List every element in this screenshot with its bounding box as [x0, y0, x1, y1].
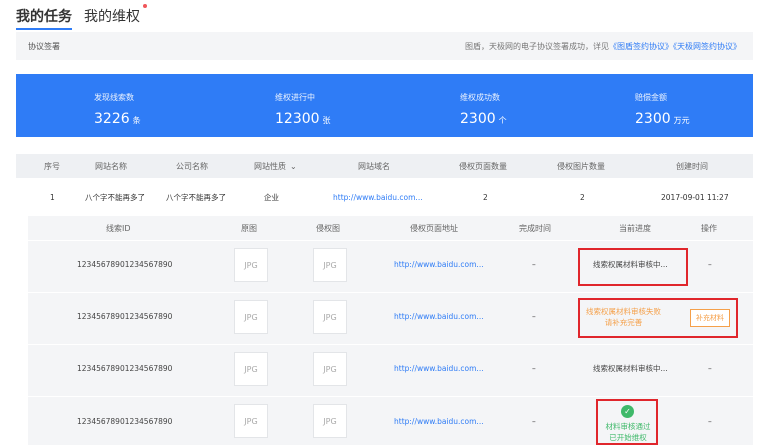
tudun-agreement-link[interactable]: 《图盾签约协议》: [609, 42, 673, 51]
stat-value: 2300: [460, 111, 496, 127]
col-clue-id: 线索ID: [106, 223, 131, 233]
row-pages: 2: [483, 192, 488, 202]
stat-unit: 万元: [673, 116, 690, 125]
tab-my-rights-label: 我的维权: [84, 9, 140, 25]
stat-success: 维权成功数 2300 个: [460, 92, 507, 127]
finish-time: –: [532, 260, 536, 269]
infringing-image-thumb[interactable]: JPG: [313, 248, 347, 282]
col-domain: 网站域名: [358, 161, 390, 171]
row-domain-link[interactable]: http://www.baidu.com...: [333, 178, 423, 216]
page-url-link[interactable]: http://www.baidu.com...: [394, 293, 484, 340]
tianji-agreement-link[interactable]: 《天极网签约协议》: [673, 42, 741, 51]
col-pages: 侵权页面数量: [459, 161, 507, 171]
row-site-name: 八个字不能再多了: [85, 192, 145, 202]
chevron-down-icon: ⌄: [290, 161, 297, 171]
clue-id: 12345678901234567890: [77, 416, 173, 426]
stat-label: 维权成功数: [460, 93, 500, 102]
highlight-box-reviewing: [578, 248, 688, 286]
stat-unit: 张: [322, 116, 331, 125]
col-original: 原图: [241, 223, 257, 233]
stat-compensation: 赔偿金额 2300 万元: [635, 92, 690, 127]
col-created: 创建时间: [676, 161, 708, 171]
notification-dot-icon: [143, 4, 147, 8]
row-created: 2017-09-01 11:27: [661, 192, 729, 202]
tab-my-tasks[interactable]: 我的任务: [16, 6, 72, 30]
row-nature: 企业: [264, 192, 279, 202]
row-index: 1: [50, 192, 55, 202]
stat-label: 赔偿金额: [635, 93, 667, 102]
col-page-url: 侵权页面地址: [410, 223, 458, 233]
page-url-link[interactable]: http://www.baidu.com...: [394, 345, 484, 392]
stat-unit: 个: [498, 116, 507, 125]
stat-value: 12300: [275, 111, 320, 127]
highlight-box-failed: [578, 298, 738, 338]
progress-text: 线索权属材料审核中...: [593, 364, 668, 373]
col-images: 侵权图片数量: [557, 161, 605, 171]
row-company: 八个字不能再多了: [166, 192, 226, 202]
table-row[interactable]: 12345678901234567890 JPG JPG http://www.…: [28, 344, 753, 392]
clue-table-header: 线索ID 原图 侵权图 侵权页面地址 完成时间 当前进度 操作: [28, 216, 753, 240]
agreement-message-text: 图盾，天极网的电子协议签署成功，详见: [465, 42, 609, 51]
clue-id: 12345678901234567890: [77, 364, 173, 373]
col-finish-time: 完成时间: [519, 223, 551, 233]
infringing-image-thumb[interactable]: JPG: [313, 352, 347, 386]
col-infringing: 侵权图: [316, 223, 340, 233]
row-images: 2: [580, 192, 585, 202]
tab-my-rights[interactable]: 我的维权: [84, 4, 147, 26]
stat-in-progress: 维权进行中 12300 张: [275, 92, 331, 127]
stat-label: 维权进行中: [275, 93, 315, 102]
stat-value: 3226: [94, 111, 130, 127]
action-placeholder: –: [708, 416, 712, 426]
agreement-bar: 协议签署 图盾，天极网的电子协议签署成功，详见《图盾签约协议》《天极网签约协议》: [16, 32, 753, 60]
finish-time: –: [532, 364, 536, 373]
stats-banner: 发现线索数 3226 条 维权进行中 12300 张 维权成功数 2300 个 赔偿金…: [16, 74, 753, 137]
original-image-thumb[interactable]: JPG: [234, 404, 268, 438]
clue-id: 12345678901234567890: [77, 260, 173, 269]
agreement-message: 图盾，天极网的电子协议签署成功，详见《图盾签约协议》《天极网签约协议》: [465, 41, 741, 52]
tab-bar: 我的任务 我的维权: [0, 0, 770, 32]
finish-time: –: [532, 312, 536, 321]
original-image-thumb[interactable]: JPG: [234, 352, 268, 386]
stat-value: 2300: [635, 111, 671, 127]
col-site-name: 网站名称: [95, 161, 127, 171]
stat-label: 发现线索数: [94, 93, 134, 102]
original-image-thumb[interactable]: JPG: [234, 300, 268, 334]
stat-unit: 条: [132, 116, 141, 125]
infringing-image-thumb[interactable]: JPG: [313, 404, 347, 438]
page-url-link[interactable]: http://www.baidu.com...: [394, 397, 484, 445]
finish-time: –: [532, 416, 536, 426]
agreement-label: 协议签署: [28, 42, 60, 51]
col-company: 公司名称: [176, 161, 208, 171]
action-placeholder: –: [708, 364, 712, 373]
action-placeholder: –: [708, 260, 712, 269]
original-image-thumb[interactable]: JPG: [234, 248, 268, 282]
col-progress: 当前进度: [619, 223, 651, 233]
col-action: 操作: [701, 223, 717, 233]
clue-id: 12345678901234567890: [77, 312, 173, 321]
col-nature[interactable]: 网站性质 ⌄: [254, 154, 297, 178]
main-table-header: 序号 网站名称 公司名称 网站性质 ⌄ 网站域名 侵权页面数量 侵权图片数量 创…: [16, 154, 753, 178]
col-nature-label: 网站性质: [254, 161, 286, 171]
col-index: 序号: [44, 161, 60, 171]
stat-clues-found: 发现线索数 3226 条: [94, 92, 141, 127]
infringing-image-thumb[interactable]: JPG: [313, 300, 347, 334]
table-row[interactable]: 1 八个字不能再多了 八个字不能再多了 企业 http://www.baidu.…: [16, 178, 753, 216]
highlight-box-passed: [596, 399, 658, 445]
page-url-link[interactable]: http://www.baidu.com...: [394, 241, 484, 288]
